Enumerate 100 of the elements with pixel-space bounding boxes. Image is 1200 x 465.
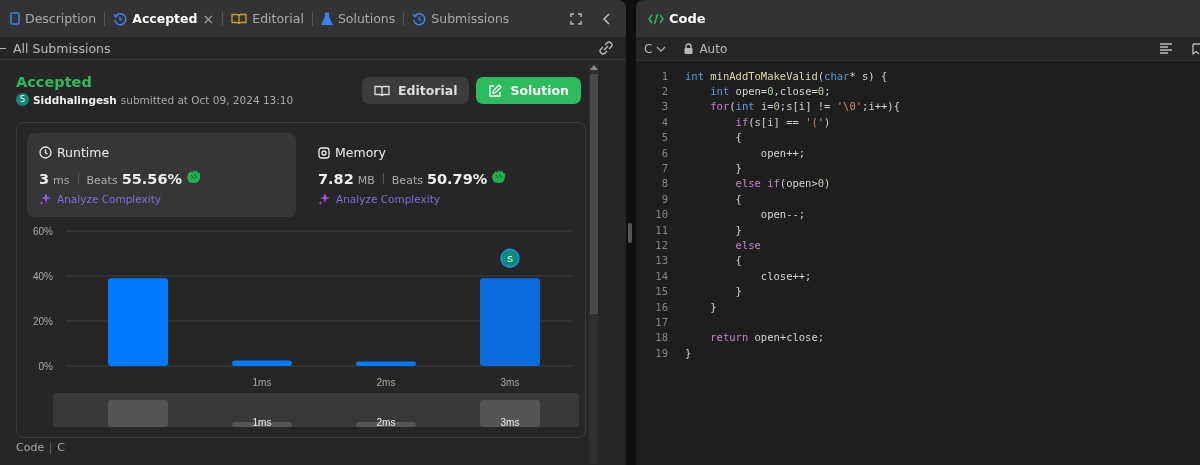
line-number: 14: [654, 269, 668, 282]
code-line: }: [709, 300, 717, 313]
code-line: open--;: [759, 208, 806, 221]
sparkle-icon: [39, 192, 52, 205]
clapping-hands-icon: [491, 169, 508, 184]
scroll-up-icon[interactable]: [589, 64, 598, 70]
book-icon: [373, 84, 390, 97]
back-link[interactable]: All Submissions: [13, 40, 111, 56]
chart-bar[interactable]: [356, 361, 416, 366]
submitted-time: submitted at Oct 09, 2024 13:10: [120, 93, 294, 106]
collapse-icon[interactable]: [602, 11, 612, 26]
code-line: int open=0,close=0;: [709, 85, 831, 98]
lock-icon: [684, 43, 694, 54]
tab[interactable]: Editorial: [229, 11, 306, 26]
clock-icon: [39, 146, 52, 159]
axis-label: 20%: [33, 316, 53, 327]
code-line: }: [734, 162, 742, 175]
line-number: 15: [654, 285, 668, 298]
tab[interactable]: Description: [8, 11, 99, 26]
line-number: 16: [654, 300, 668, 313]
user-name[interactable]: Siddhalingesh: [33, 93, 117, 106]
overview-bar: [108, 400, 168, 427]
stat-title: Runtime: [57, 145, 110, 160]
beats-percent: 50.79%: [426, 171, 488, 187]
stat-unit: ms: [53, 174, 70, 187]
code-line: open++;: [759, 146, 806, 159]
code-line: }: [734, 285, 742, 298]
code-line: close++;: [759, 269, 812, 282]
status-text: Accepted: [16, 74, 93, 90]
line-number: 13: [654, 254, 668, 267]
panel-title: Code: [669, 11, 706, 26]
sparkle-icon: [318, 192, 331, 205]
line-number: 12: [654, 239, 668, 251]
overview-bar: [480, 400, 540, 427]
bookmark-icon[interactable]: [1192, 42, 1200, 55]
scrollbar[interactable]: [589, 64, 598, 464]
beats-label: Beats: [391, 174, 423, 187]
mode-label: Auto: [699, 41, 728, 56]
stat-panel[interactable]: Memory 7.82 MB Beats 50.79% Analyze Complexity: [306, 133, 575, 217]
tab[interactable]: Submissions: [410, 11, 512, 26]
overview-label: 1ms: [252, 417, 272, 428]
chip-icon: [318, 146, 330, 159]
stat-panel[interactable]: Runtime 3 ms Beats 55.56% Analyze Complexity: [27, 133, 296, 217]
code-line: {: [734, 131, 742, 144]
book-icon: [231, 12, 248, 25]
editorial-button[interactable]: Editorial: [361, 77, 470, 104]
caret-icon: [656, 45, 667, 52]
language-label: C: [57, 442, 65, 454]
edit-icon: [488, 83, 503, 98]
document-icon: [10, 12, 20, 25]
user-avatar: S: [16, 93, 29, 106]
code-line: for(int i=0;s[i] != '\0';i++){: [709, 100, 900, 113]
tab[interactable]: Accepted ×: [111, 10, 217, 27]
clapping-hands-icon: [186, 169, 203, 184]
language-dropdown[interactable]: C: [644, 41, 667, 56]
chart-bar[interactable]: [232, 360, 292, 366]
line-number: 3: [660, 100, 668, 113]
line-number: 7: [660, 162, 668, 175]
code-line: {: [734, 254, 742, 267]
stat-unit: MB: [357, 174, 375, 187]
code-line: }: [685, 346, 692, 359]
code-line: return open+close;: [709, 331, 825, 344]
beats-label: Beats: [86, 174, 118, 187]
link-icon[interactable]: [598, 41, 614, 55]
stat-value: 3: [39, 171, 50, 187]
flask-icon: [320, 11, 333, 26]
code-icon: [648, 12, 664, 25]
close-icon[interactable]: ×: [202, 10, 215, 27]
beats-percent: 55.56%: [121, 171, 183, 187]
axis-label: 2ms: [376, 377, 396, 388]
tab[interactable]: Solutions: [318, 11, 398, 26]
analyze-complexity-link[interactable]: Analyze Complexity: [336, 192, 440, 205]
overview-label: 3ms: [500, 417, 520, 428]
code-label: Code: [16, 442, 45, 454]
line-number: 6: [660, 146, 668, 159]
line-number: 1: [660, 69, 668, 82]
code-line: else: [734, 239, 761, 251]
line-number: 9: [660, 192, 668, 205]
code-line: {: [734, 192, 742, 205]
axis-label: 3ms: [500, 377, 520, 388]
line-number: 18: [654, 331, 668, 344]
code-line: if(s[i] == '('): [734, 115, 831, 128]
line-number: 8: [660, 177, 668, 190]
line-number: 11: [654, 223, 668, 236]
line-number: 17: [654, 315, 668, 328]
line-number: 5: [660, 131, 668, 144]
code-line: else if(open>0): [734, 177, 831, 190]
fullscreen-icon[interactable]: [570, 12, 582, 25]
axis-label: 0%: [38, 361, 53, 372]
code-line: }: [734, 223, 742, 236]
history-icon: [113, 11, 128, 26]
axis-label: 40%: [33, 271, 53, 282]
line-number: 2: [660, 85, 668, 98]
line-number: 19: [654, 346, 668, 359]
resize-handle[interactable]: [628, 222, 632, 243]
format-icon[interactable]: [1160, 43, 1172, 54]
analyze-complexity-link[interactable]: Analyze Complexity: [57, 192, 161, 205]
code-line: int minAddToMakeValid(char* s) {: [685, 69, 888, 82]
axis-label: 1ms: [252, 377, 272, 388]
user-avatar: S: [500, 248, 520, 268]
